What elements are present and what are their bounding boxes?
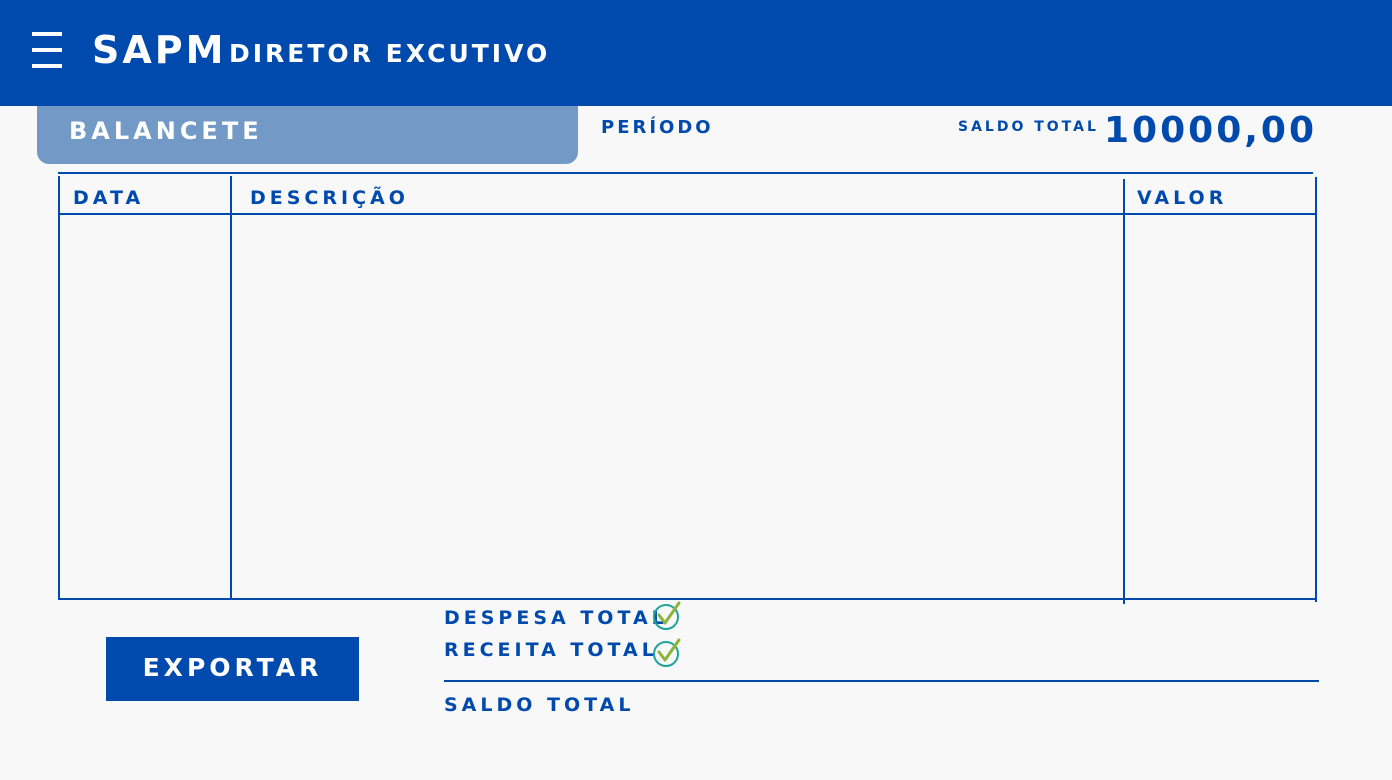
totals-divider bbox=[444, 680, 1319, 682]
app-name: SAPM bbox=[92, 28, 227, 72]
top-header-bar: SAPM DIRETOR EXCUTIVO bbox=[0, 0, 1392, 106]
table-left-border bbox=[58, 176, 60, 600]
checkmark-circle-icon bbox=[653, 638, 681, 667]
receita-total-label: RECEITA TOTAL bbox=[444, 639, 658, 661]
page: SAPM DIRETOR EXCUTIVO BALANCETE PERÍODO … bbox=[0, 0, 1392, 780]
column-header-data[interactable]: DATA bbox=[73, 187, 144, 209]
period-label[interactable]: PERÍODO bbox=[601, 117, 714, 138]
table-top-border bbox=[58, 172, 1313, 174]
column-header-descricao[interactable]: DESCRIÇÃO bbox=[250, 187, 409, 209]
table-column-divider bbox=[1123, 179, 1125, 604]
table-bottom-border bbox=[58, 598, 1317, 600]
balance-total-value: 10000,00 bbox=[1104, 110, 1318, 151]
export-button[interactable]: EXPORTAR bbox=[106, 637, 359, 701]
balance-total-label: SALDO TOTAL bbox=[958, 119, 1099, 135]
tab-balancete[interactable]: BALANCETE bbox=[37, 106, 578, 164]
column-header-valor[interactable]: VALOR bbox=[1137, 187, 1227, 209]
saldo-total-label: SALDO TOTAL bbox=[444, 694, 635, 716]
table-header-separator bbox=[58, 213, 1315, 215]
checkmark-circle-icon bbox=[653, 601, 681, 630]
table-right-border bbox=[1315, 177, 1317, 602]
despesa-total-label: DESPESA TOTAL bbox=[444, 607, 668, 629]
hamburger-menu-icon[interactable] bbox=[32, 32, 62, 70]
user-role-title: DIRETOR EXCUTIVO bbox=[229, 39, 551, 68]
table-column-divider bbox=[230, 176, 232, 600]
